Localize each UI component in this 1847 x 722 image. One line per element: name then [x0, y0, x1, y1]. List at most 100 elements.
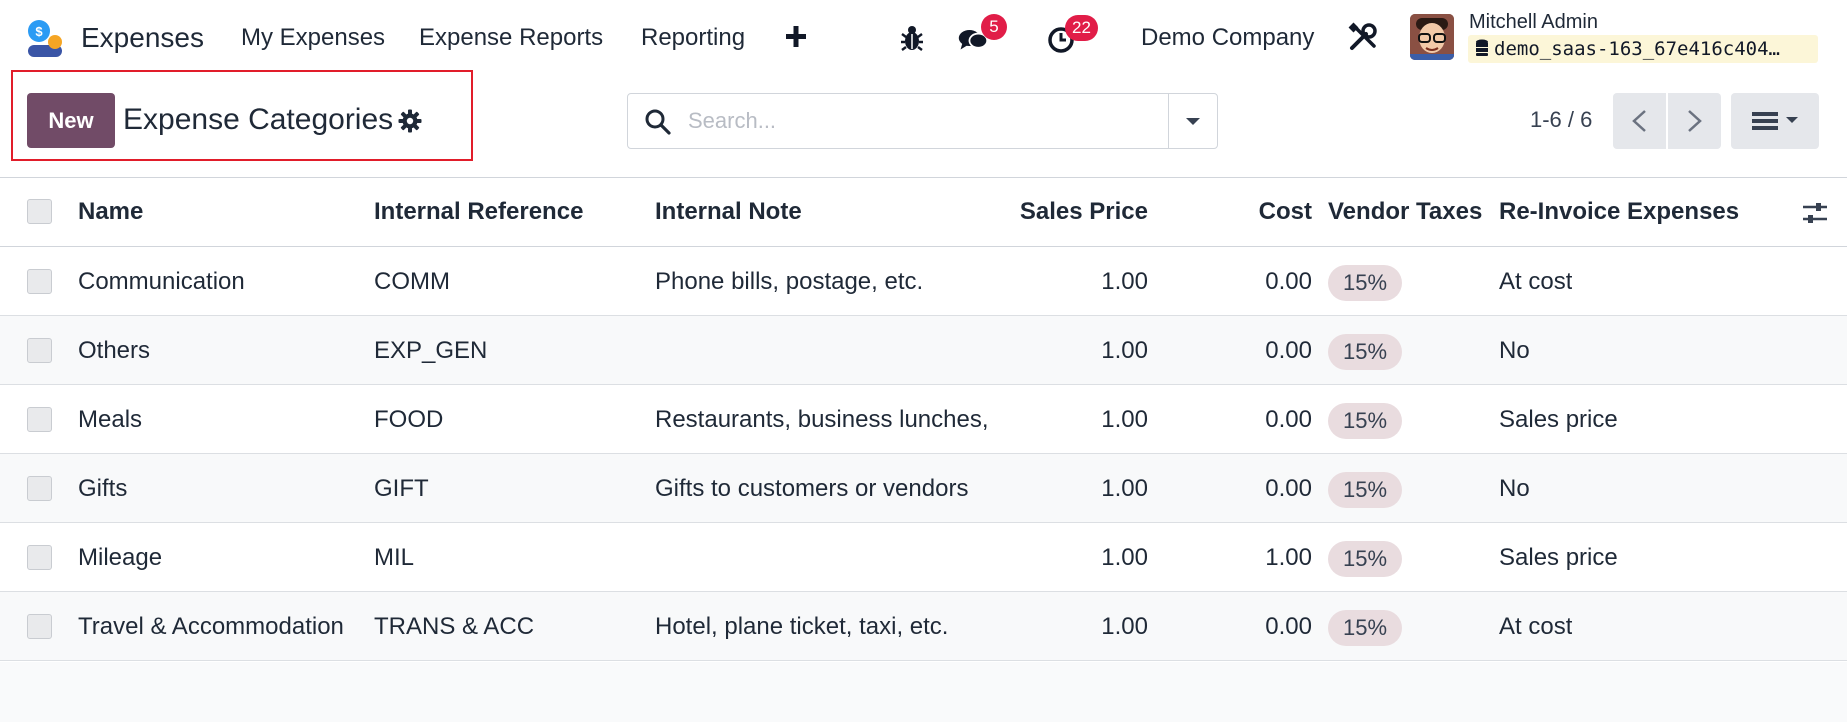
cell-name: Mileage — [78, 544, 163, 571]
row-checkbox[interactable] — [27, 545, 52, 570]
new-button[interactable]: New — [27, 93, 115, 148]
tax-tag: 15% — [1328, 609, 1403, 646]
plus-icon[interactable] — [784, 20, 808, 54]
cell-internal-note: Restaurants, business lunches, — [655, 406, 989, 433]
chevron-left-icon — [1632, 110, 1646, 132]
pager-next-button[interactable] — [1668, 93, 1721, 149]
column-header-vendor-taxes[interactable]: Vendor Taxes — [1328, 178, 1482, 246]
menu-reporting[interactable]: Reporting — [641, 18, 745, 58]
cell-cost: 0.00 — [1265, 268, 1312, 295]
cell-vendor-taxes: 15% — [1328, 385, 1403, 454]
table-row[interactable]: Gifts GIFT Gifts to customers or vendors… — [0, 454, 1847, 523]
cell-cost: 0.00 — [1265, 613, 1312, 640]
row-checkbox[interactable] — [27, 338, 52, 363]
column-header-internal-reference[interactable]: Internal Reference — [374, 178, 583, 246]
cell-name: Others — [78, 337, 151, 364]
table-row[interactable]: Mileage MIL 1.00 1.00 15% Sales price — [0, 523, 1847, 592]
row-checkbox[interactable] — [27, 407, 52, 432]
page-title: Expense Categories — [123, 103, 394, 136]
cell-sales-price: 1.00 — [1101, 613, 1148, 640]
cell-re-invoice: At cost — [1499, 268, 1573, 295]
row-checkbox[interactable] — [27, 614, 52, 639]
cell-vendor-taxes: 15% — [1328, 454, 1403, 523]
database-name: demo_saas-163_67e416c404… — [1494, 38, 1780, 60]
list-header: Name Internal Reference Internal Note Sa… — [0, 177, 1847, 247]
cell-cost: 0.00 — [1265, 475, 1312, 502]
cell-re-invoice: No — [1499, 337, 1530, 364]
cell-vendor-taxes: 15% — [1328, 316, 1403, 385]
row-checkbox[interactable] — [27, 476, 52, 501]
pager-value[interactable]: 1-6 / 6 — [1530, 104, 1592, 136]
expenses-app-icon[interactable]: $ — [24, 18, 66, 58]
column-header-internal-note[interactable]: Internal Note — [655, 178, 802, 246]
avatar[interactable] — [1410, 14, 1454, 60]
cell-internal-note — [655, 523, 995, 592]
row-checkbox[interactable] — [27, 269, 52, 294]
column-header-cost[interactable]: Cost — [1190, 178, 1312, 246]
cell-internal-note: Hotel, plane ticket, taxi, etc. — [655, 613, 949, 640]
column-header-name[interactable]: Name — [78, 178, 143, 246]
table-row[interactable]: Travel & Accommodation TRANS & ACC Hotel… — [0, 592, 1847, 661]
cell-sales-price: 1.00 — [1101, 406, 1148, 433]
cell-name: Meals — [78, 406, 143, 433]
cell-internal-note — [655, 316, 995, 385]
cell-sales-price: 1.00 — [1101, 268, 1148, 295]
company-switcher[interactable]: Demo Company — [1141, 18, 1314, 58]
column-header-re-invoice-expenses[interactable]: Re-Invoice Expenses — [1499, 178, 1739, 246]
cell-internal-reference: COMM — [374, 268, 450, 295]
database-chip: demo_saas-163_67e416c404… — [1468, 35, 1818, 63]
tax-tag: 15% — [1328, 264, 1403, 301]
table-row[interactable]: Meals FOOD Restaurants, business lunches… — [0, 385, 1847, 454]
tax-tag: 15% — [1328, 540, 1403, 577]
column-header-sales-price[interactable]: Sales Price — [990, 178, 1148, 246]
cell-re-invoice: No — [1499, 475, 1530, 502]
cell-re-invoice: At cost — [1499, 613, 1573, 640]
menu-expense-reports[interactable]: Expense Reports — [419, 18, 603, 58]
cell-name: Communication — [78, 268, 245, 295]
tax-tag: 15% — [1328, 471, 1403, 508]
table-row[interactable]: Others EXP_GEN 1.00 0.00 15% No — [0, 316, 1847, 385]
activities-badge: 22 — [1065, 15, 1098, 41]
chevron-down-icon[interactable] — [1169, 94, 1217, 148]
cell-sales-price: 1.00 — [1101, 544, 1148, 571]
cell-internal-note: Gifts to customers or vendors — [655, 475, 969, 502]
tools-icon[interactable] — [1348, 22, 1378, 52]
cell-cost: 0.00 — [1265, 406, 1312, 433]
bug-icon[interactable] — [896, 20, 928, 56]
search-input[interactable] — [688, 102, 1148, 140]
pager-previous-button[interactable] — [1613, 93, 1666, 149]
search-bar — [627, 93, 1218, 149]
table-row[interactable]: Communication COMM Phone bills, postage,… — [0, 247, 1847, 316]
optional-columns-icon[interactable] — [1801, 200, 1829, 226]
cell-sales-price: 1.00 — [1101, 475, 1148, 502]
messages-badge: 5 — [981, 14, 1007, 40]
user-name[interactable]: Mitchell Admin — [1469, 9, 1598, 35]
cell-internal-reference: GIFT — [374, 475, 429, 502]
app-name[interactable]: Expenses — [81, 18, 204, 58]
select-all-checkbox[interactable] — [27, 199, 52, 224]
cell-name: Travel & Accommodation — [78, 613, 344, 640]
cell-name: Gifts — [78, 475, 128, 502]
list-empty-area — [0, 662, 1847, 722]
database-icon — [1476, 39, 1488, 56]
tax-tag: 15% — [1328, 402, 1403, 439]
cell-re-invoice: Sales price — [1499, 406, 1618, 433]
chevron-right-icon — [1688, 110, 1702, 132]
gear-icon[interactable] — [398, 109, 422, 133]
svg-text:$: $ — [35, 24, 43, 39]
cell-vendor-taxes: 15% — [1328, 592, 1403, 661]
search-icon[interactable] — [644, 108, 672, 136]
tax-tag: 15% — [1328, 333, 1403, 370]
view-switcher-button[interactable] — [1731, 93, 1819, 149]
cell-internal-reference: TRANS & ACC — [374, 613, 535, 640]
cell-re-invoice: Sales price — [1499, 544, 1618, 571]
cell-internal-reference: FOOD — [374, 406, 444, 433]
cell-internal-note: Phone bills, postage, etc. — [655, 268, 924, 295]
cell-sales-price: 1.00 — [1101, 337, 1148, 364]
cell-internal-reference: EXP_GEN — [374, 337, 488, 364]
top-navbar: $ Expenses My Expenses Expense Reports R… — [0, 0, 1847, 76]
cell-cost: 1.00 — [1265, 544, 1312, 571]
cell-internal-reference: MIL — [374, 544, 415, 571]
menu-my-expenses[interactable]: My Expenses — [241, 18, 385, 58]
cell-cost: 0.00 — [1265, 337, 1312, 364]
